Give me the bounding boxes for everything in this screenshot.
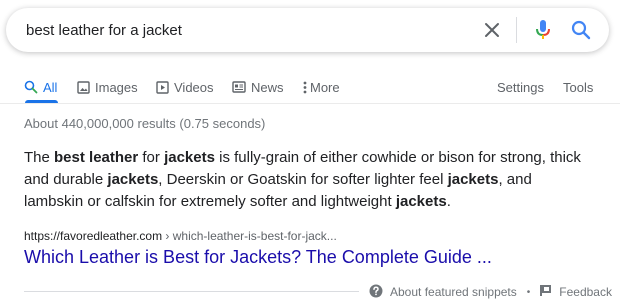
snippet-highlight: jackets [107, 171, 159, 188]
more-vert-icon [303, 81, 307, 94]
tab-label: More [310, 79, 340, 95]
tools-link[interactable]: Tools [563, 77, 593, 97]
search-bar-divider [516, 17, 517, 43]
snippet-text: The [24, 149, 55, 166]
result-title-link[interactable]: Which Leather is Best for Jackets? The C… [24, 247, 492, 268]
search-results-page: All Images Videos [0, 0, 620, 305]
snippet-highlight: best leather [54, 149, 139, 166]
tab-label: Images [95, 79, 138, 95]
video-icon [156, 80, 169, 94]
clear-icon[interactable] [480, 18, 504, 42]
settings-label: Settings [497, 79, 544, 95]
active-tab-indicator [25, 100, 58, 103]
tab-label: All [43, 79, 58, 95]
snippet-highlight: jackets [395, 193, 447, 210]
about-featured-snippets-link[interactable]: About featured snippets [369, 284, 517, 301]
result-cite: https://favoredleather.com › which-leath… [24, 229, 337, 243]
feedback-link[interactable]: Feedback [540, 284, 612, 300]
microphone-icon[interactable] [531, 18, 555, 42]
tab-videos[interactable]: Videos [156, 77, 214, 97]
snippet-footer: About featured snippets • Feedback [369, 284, 612, 300]
search-bar [6, 8, 609, 52]
result-stats: About 440,000,000 results (0.75 seconds) [24, 116, 266, 131]
cite-domain: https://favoredleather.com [24, 229, 163, 243]
feedback-flag-icon [540, 284, 552, 300]
snippet-highlight: jackets [164, 149, 215, 166]
search-icon [24, 80, 38, 94]
snippet-text: for [138, 149, 165, 166]
snippet-text: . [446, 193, 451, 210]
image-icon [77, 80, 90, 94]
search-tabs: All Images Videos News More Settings Too… [0, 70, 620, 104]
tab-all[interactable]: All [24, 77, 57, 97]
search-submit-icon[interactable] [569, 18, 593, 42]
search-input[interactable] [6, 8, 480, 52]
tab-more[interactable]: More [303, 77, 340, 97]
news-icon [232, 81, 246, 93]
tab-images[interactable]: Images [77, 77, 138, 97]
feedback-label: Feedback [559, 285, 612, 299]
tab-label: News [251, 79, 284, 95]
tools-label: Tools [563, 79, 594, 95]
tab-label: Videos [174, 79, 214, 95]
snippet-divider [24, 291, 359, 292]
settings-link[interactable]: Settings [497, 77, 544, 97]
about-featured-snippets-label: About featured snippets [390, 285, 517, 299]
featured-snippet-text: The best leather for jackets is fully-gr… [24, 147, 584, 213]
footer-separator: • [526, 286, 531, 298]
tab-news[interactable]: News [232, 77, 284, 97]
cite-path: › which-leather-is-best-for-jack... [162, 229, 337, 243]
help-icon [369, 284, 383, 301]
snippet-text: , Deerskin or Goatskin for softer lighte… [158, 171, 448, 188]
snippet-highlight: jackets [447, 171, 499, 188]
